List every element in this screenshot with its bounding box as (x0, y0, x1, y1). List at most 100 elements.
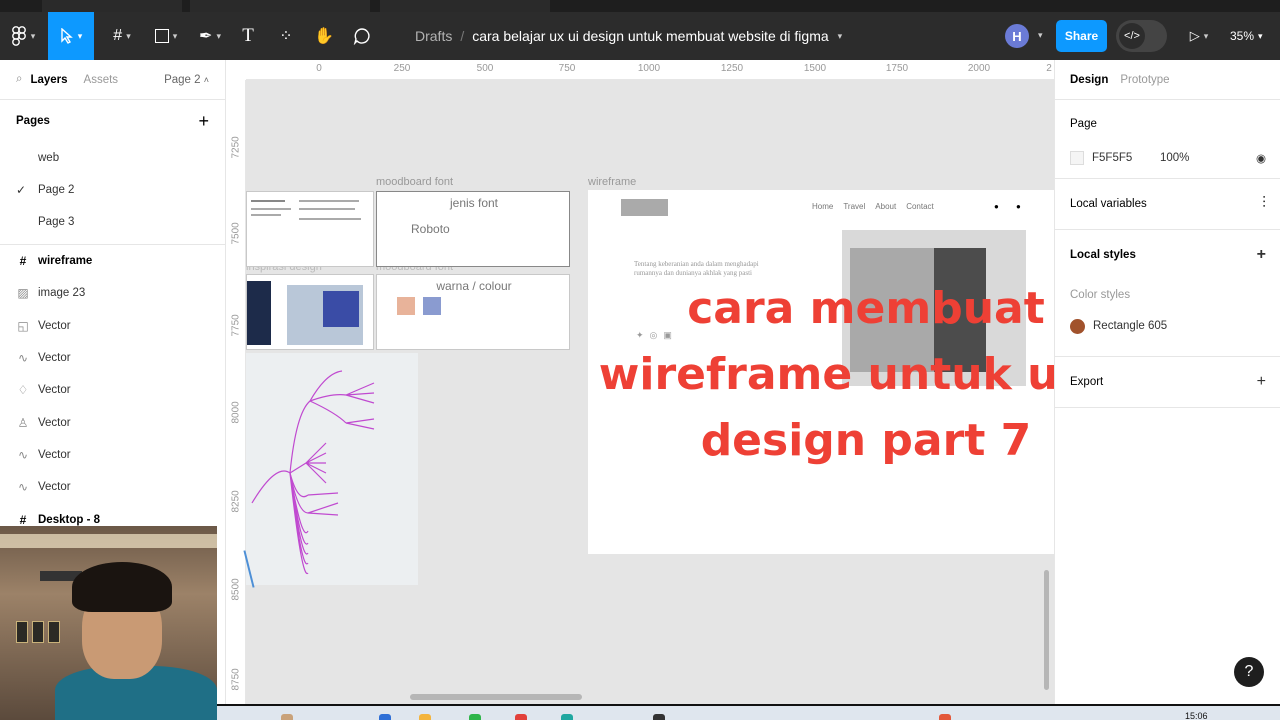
ruler-tick: 1250 (720, 63, 744, 74)
taskbar-app-icon[interactable] (561, 714, 573, 720)
taskbar-app-icon[interactable] (379, 714, 391, 720)
design-canvas[interactable]: 0 250 500 750 1000 1250 1500 1750 2000 2… (226, 60, 1054, 720)
ruler-tick: 250 (393, 63, 411, 74)
tab-prototype[interactable]: Prototype (1120, 74, 1169, 86)
layer-item-vector[interactable]: ∿ Vector (0, 342, 225, 374)
page-background-row[interactable]: F5F5F5 100% ◉ (1055, 148, 1280, 168)
wireframe-nav-item: Travel (843, 202, 866, 211)
ruler-tick: 0 (316, 63, 322, 74)
share-button[interactable]: Share (1056, 20, 1107, 52)
vector-icon: ♢ (17, 383, 29, 398)
resources-tool-button[interactable]: ⁘ (272, 12, 300, 60)
tab-layers[interactable]: Layers (30, 74, 67, 86)
code-icon: </> (1119, 23, 1145, 49)
horizontal-scrollbar[interactable] (410, 694, 582, 700)
taskbar-app-icon[interactable] (281, 714, 293, 720)
frame-label-wireframe[interactable]: wireframe (588, 176, 636, 188)
text-line (299, 208, 355, 210)
left-panel-tabs: ⌕ Layers Assets Page 2 ˄ (0, 60, 225, 100)
layer-item-vector[interactable]: ∿ Vector (0, 471, 225, 503)
hand-tool-button[interactable]: ✋ (310, 12, 338, 60)
font-name: Roboto (411, 222, 450, 236)
clock-time: 15:06 (1185, 711, 1208, 720)
chevron-down-icon: ▾ (216, 30, 221, 41)
dev-mode-toggle[interactable]: </> (1116, 20, 1167, 52)
tab-assets[interactable]: Assets (84, 74, 119, 86)
page-color-swatch[interactable] (1070, 151, 1084, 165)
font-moodboard-frame[interactable]: jenis font Roboto (376, 191, 570, 267)
move-tool-button[interactable]: ▾ (48, 12, 94, 60)
add-page-icon[interactable]: + (198, 111, 209, 132)
color-style-item[interactable]: Rectangle 605 (1055, 310, 1280, 342)
pages-title: Pages (16, 115, 50, 127)
add-style-icon[interactable]: + (1257, 246, 1266, 264)
webcam-ceiling-light (0, 534, 217, 548)
avatar[interactable]: H (1005, 24, 1029, 48)
shape-tool-button[interactable]: ▾ (146, 12, 186, 60)
layer-item-vector[interactable]: ♙ Vector (0, 406, 225, 438)
layer-label: Vector (38, 481, 71, 494)
layer-item-vector[interactable]: ∿ Vector (0, 439, 225, 471)
page-item-page-2[interactable]: ✓ Page 2 (0, 174, 225, 206)
help-icon: ? (1244, 663, 1254, 680)
page-item-page-3[interactable]: Page 3 (0, 206, 225, 238)
page-selector[interactable]: Page 2 ˄ (164, 74, 209, 86)
page-opacity-value[interactable]: 100% (1160, 152, 1189, 164)
vertical-scrollbar[interactable] (1044, 570, 1049, 690)
taskbar-app-icon[interactable] (469, 714, 481, 720)
layer-item-image[interactable]: ▨ image 23 (0, 277, 225, 309)
taskbar-app-icon[interactable] (419, 714, 431, 720)
ruler-tick: 8500 (230, 578, 242, 601)
add-export-icon[interactable]: + (1257, 373, 1266, 391)
page-item-web[interactable]: web (0, 142, 225, 174)
os-taskbar: 15:06 (217, 704, 1280, 720)
layer-item-vector[interactable]: ◱ Vector (0, 310, 225, 342)
layer-item-vector[interactable]: ♢ Vector (0, 374, 225, 406)
tab-design[interactable]: Design (1070, 74, 1108, 86)
zoom-control[interactable]: 35% ▾ (1230, 12, 1263, 60)
frame-icon: # (19, 512, 27, 527)
drafts-link[interactable]: Drafts (415, 28, 452, 44)
chevron-down-icon[interactable]: ▾ (1038, 30, 1043, 41)
right-panel: Design Prototype Page F5F5F5 100% ◉ Loca… (1054, 60, 1280, 720)
local-variables-row[interactable]: Local variables ⫶ (1055, 179, 1280, 229)
hand-icon: ✋ (314, 28, 334, 45)
ruler-tick: 2000 (967, 63, 991, 74)
color-moodboard-frame[interactable]: warna / colour (376, 274, 570, 350)
frame-label-moodboard-font[interactable]: moodboard font (376, 176, 453, 188)
export-row[interactable]: Export + (1055, 357, 1280, 407)
main-menu-button[interactable]: ▾ (0, 12, 46, 60)
color-styles-header: Color styles (1055, 280, 1280, 310)
inspiration-image-detail (323, 291, 359, 327)
search-icon[interactable]: ⌕ (16, 73, 22, 86)
inspiration-frame[interactable] (246, 274, 374, 350)
eye-icon[interactable]: ◉ (1256, 151, 1266, 165)
sitemap-diagram (251, 370, 375, 575)
pen-tool-button[interactable]: ✒ ▾ (190, 12, 230, 60)
ruler-tick: 8750 (230, 668, 242, 691)
help-button[interactable]: ? (1234, 657, 1264, 687)
layer-item-wireframe[interactable]: # wireframe (0, 245, 225, 277)
user-icon: ● (1016, 202, 1021, 211)
color-styles-label: Color styles (1070, 289, 1131, 301)
text-tool-button[interactable]: T (234, 12, 262, 60)
comment-tool-button[interactable] (348, 12, 376, 60)
file-name[interactable]: cara belajar ux ui design untuk membuat … (472, 28, 828, 44)
ruler-tick: 1750 (885, 63, 909, 74)
page-label: Page 2 (38, 184, 75, 196)
frame-tool-button[interactable]: # ▾ (100, 12, 144, 60)
text-line (299, 218, 361, 220)
variables-icon[interactable]: ⫶ (1262, 195, 1266, 213)
vector-icon: ∿ (17, 447, 29, 462)
present-button[interactable]: ▷ ▾ (1182, 12, 1216, 60)
sitemap-frame[interactable] (246, 353, 418, 585)
font-box-title: jenis font (449, 196, 499, 210)
taskbar-app-icon[interactable] (939, 714, 951, 720)
taskbar-app-icon[interactable] (653, 714, 665, 720)
ruler-horizontal: 0 250 500 750 1000 1250 1500 1750 2000 2 (246, 60, 1054, 80)
notes-frame[interactable] (246, 191, 374, 267)
play-icon: ▷ (1189, 28, 1200, 43)
page-color-value[interactable]: F5F5F5 (1092, 152, 1160, 164)
taskbar-app-icon[interactable] (515, 714, 527, 720)
chevron-down-icon[interactable]: ▾ (838, 31, 843, 42)
